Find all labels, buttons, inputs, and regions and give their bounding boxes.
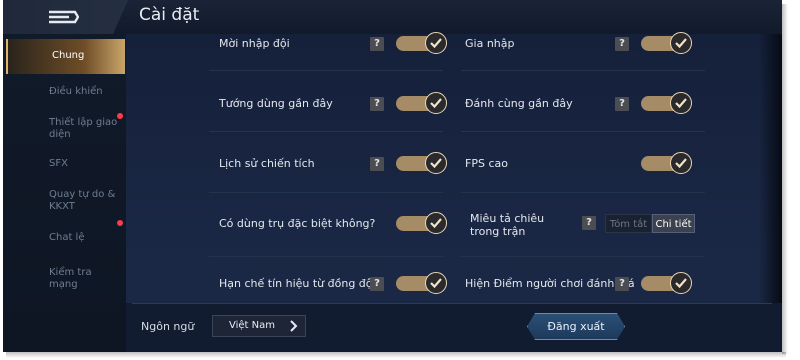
sidebar-item-chung[interactable]: Chung	[6, 39, 125, 74]
help-button[interactable]: ?	[615, 277, 629, 291]
skill-description-toggle[interactable]: Tóm tắt Chi tiết	[605, 214, 695, 233]
logout-button[interactable]: Đăng xuất	[527, 313, 625, 340]
sidebar-item-dieu-khien[interactable]: Điều khiển	[49, 86, 121, 98]
setting-label: Tướng dùng gần đây	[219, 97, 333, 110]
help-button[interactable]: ?	[370, 157, 384, 171]
sidebar-item-quay-tu-do[interactable]: Quay tự do & KKXT	[49, 189, 121, 213]
option-chi-tiet[interactable]: Chi tiết	[652, 214, 695, 233]
setting-label: Miêu tả chiêu trong trận	[470, 212, 545, 238]
setting-label: Lịch sử chiến tích	[219, 157, 315, 170]
help-button[interactable]: ?	[370, 277, 384, 291]
toggle-lich-su-chien-tich[interactable]	[396, 152, 447, 174]
divider	[209, 256, 443, 257]
notification-badge	[117, 220, 123, 226]
check-icon	[425, 32, 447, 54]
check-icon	[425, 92, 447, 114]
logout-label: Đăng xuất	[547, 320, 605, 333]
check-icon	[425, 212, 447, 234]
divider	[209, 70, 443, 71]
toggle-fps-cao[interactable]	[641, 152, 692, 174]
notification-badge	[117, 113, 123, 119]
help-button[interactable]: ?	[370, 37, 384, 51]
check-icon	[670, 92, 692, 114]
setting-label: Đánh cùng gần đây	[465, 97, 573, 110]
check-icon	[425, 152, 447, 174]
sidebar-item-kiem-tra-mang[interactable]: Kiểm tra mạng	[49, 267, 121, 291]
page-title: Cài đặt	[139, 5, 200, 25]
setting-label: Gia nhập	[465, 37, 515, 50]
setting-label: Có dùng trụ đặc biệt không?	[219, 217, 376, 230]
check-icon	[670, 272, 692, 294]
sidebar-item-thiet-lap-giao-dien[interactable]: Thiết lập giao diện	[49, 117, 121, 141]
help-button[interactable]: ?	[582, 216, 596, 230]
toggle-han-che-tin-hieu[interactable]	[396, 272, 447, 294]
back-button[interactable]	[3, 0, 128, 34]
check-icon	[425, 272, 447, 294]
divider	[209, 192, 443, 193]
check-icon	[670, 32, 692, 54]
window-shadow	[6, 352, 786, 358]
toggle-gia-nhap[interactable]	[641, 32, 692, 54]
toggle-tru-dac-biet[interactable]	[396, 212, 447, 234]
toggle-tuong-dung-gan-day[interactable]	[396, 92, 447, 114]
setting-label: FPS cao	[465, 157, 508, 170]
setting-label: Hiện Điểm người chơi đánh giá	[465, 277, 635, 290]
toggle-moi-nhap-doi[interactable]	[396, 32, 447, 54]
back-arrow-icon	[48, 10, 79, 24]
option-tom-tat[interactable]: Tóm tắt	[605, 214, 652, 233]
divider	[132, 303, 772, 304]
chevron-right-icon	[290, 320, 298, 332]
setting-label: Hạn chế tín hiệu từ đồng đội	[219, 277, 376, 290]
divider	[461, 256, 705, 257]
toggle-hien-diem[interactable]	[641, 272, 692, 294]
toggle-danh-cung-gan-day[interactable]	[641, 92, 692, 114]
help-button[interactable]: ?	[615, 37, 629, 51]
help-button[interactable]: ?	[615, 97, 629, 111]
settings-window: Cài đặt Chung Điều khiển Thiết lập giao …	[3, 0, 782, 352]
window-shadow	[782, 4, 788, 354]
scroll-fade	[759, 34, 782, 303]
divider	[461, 192, 705, 193]
language-select[interactable]: Việt Nam	[212, 315, 306, 337]
check-icon	[670, 152, 692, 174]
sidebar-item-sfx[interactable]: SFX	[49, 158, 121, 170]
language-label: Ngôn ngữ	[141, 320, 195, 333]
sidebar-item-chat-le[interactable]: Chat lệ	[49, 232, 121, 244]
divider	[209, 131, 443, 132]
divider	[461, 131, 705, 132]
help-button[interactable]: ?	[370, 97, 384, 111]
language-value: Việt Nam	[229, 320, 276, 331]
divider	[461, 70, 705, 71]
sidebar-item-label: Chung	[52, 50, 85, 61]
setting-label: Mời nhập đội	[219, 37, 290, 50]
